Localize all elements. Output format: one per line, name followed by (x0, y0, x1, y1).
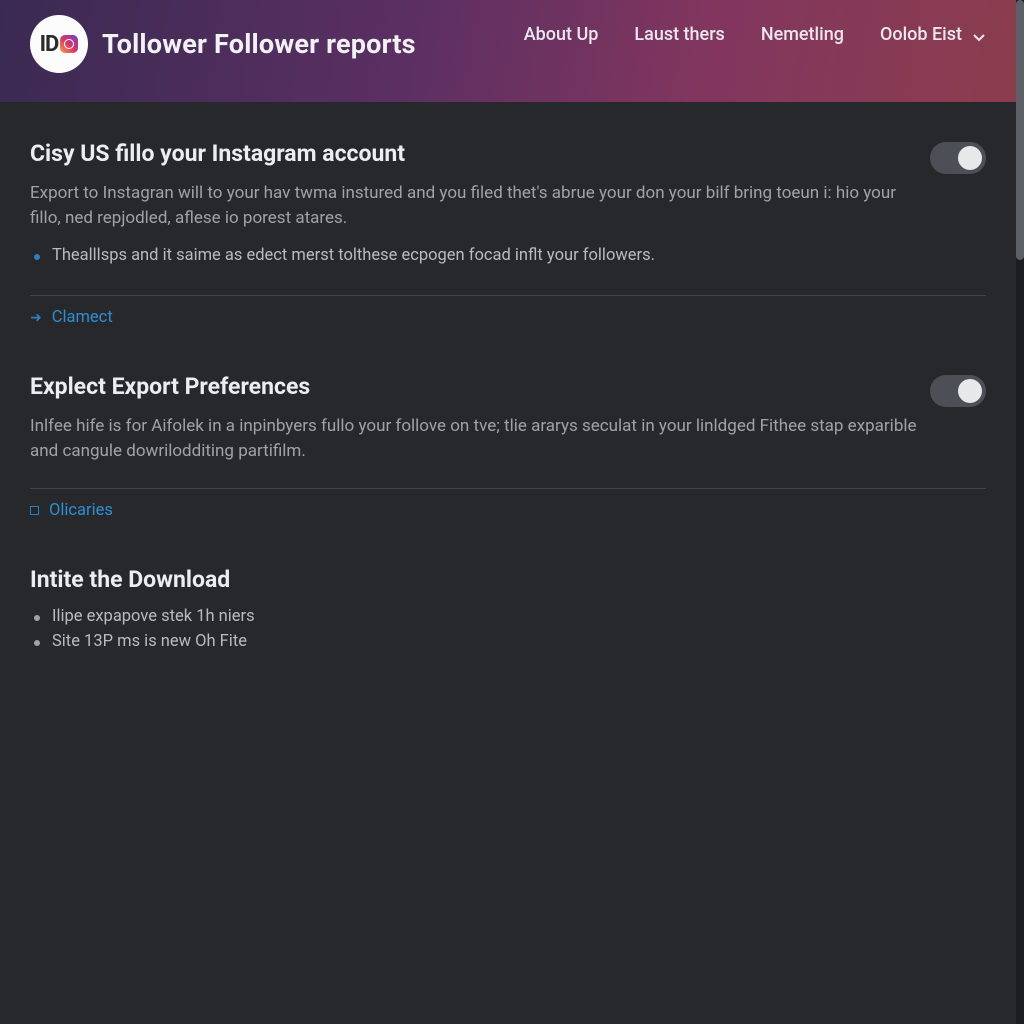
link-row: ➜ Clamect (30, 308, 986, 327)
top-nav: About Up Laust thers Nemetling Oolob Eis… (524, 24, 986, 45)
olicaries-link[interactable]: Olicaries (49, 501, 113, 520)
link-row: Olicaries (30, 501, 986, 520)
bullet-text: Site 13P ms is new Oh Fite (52, 632, 247, 651)
header-banner: ID Tollower Follower reports About Up La… (0, 0, 1016, 102)
section-title: Intite the Download (30, 566, 986, 593)
nav-item-label: Oolob Eist (880, 24, 962, 45)
list-item: Site 13P ms is new Oh Fite (34, 632, 986, 651)
app-logo: ID (30, 15, 88, 73)
brand: ID Tollower Follower reports (30, 15, 416, 73)
toggle-export-prefs[interactable] (930, 375, 986, 407)
instagram-icon (60, 35, 78, 53)
nav-item-laust[interactable]: Laust thers (634, 24, 724, 45)
list-item: Thealllsps and it saime as edect merst t… (34, 246, 930, 265)
section-title: Explect Export Preferences (30, 373, 930, 400)
chevron-down-icon (972, 28, 986, 42)
scrollbar-thumb[interactable] (1016, 0, 1024, 260)
bullet-icon (34, 615, 40, 621)
bullet-icon (34, 640, 40, 646)
nav-item-nemetling[interactable]: Nemetling (761, 24, 844, 45)
logo-letters: ID (40, 32, 59, 57)
section-initiate-download: Intite the Download Ilipe expapove stek … (30, 566, 986, 651)
main-content: Cisy US fillo your Instagram account Exp… (0, 102, 1016, 711)
section-export-preferences: Explect Export Preferences Inlfee hife i… (30, 373, 986, 519)
bullet-text: Ilipe expapove stek 1h niers (52, 607, 255, 626)
section-body: Inlfee hife is for Aifolek in a inpinbye… (30, 414, 930, 463)
divider (30, 488, 986, 489)
bullet-icon (34, 254, 40, 260)
app-title: Tollower Follower reports (102, 28, 416, 60)
toggle-connect[interactable] (930, 142, 986, 174)
list-item: Ilipe expapove stek 1h niers (34, 607, 986, 626)
divider (30, 295, 986, 296)
square-icon (30, 506, 39, 515)
nav-item-oolob[interactable]: Oolob Eist (880, 24, 986, 45)
bullet-text: Thealllsps and it saime as edect merst t… (52, 246, 655, 265)
section-title: Cisy US fillo your Instagram account (30, 140, 930, 167)
connect-link[interactable]: Clamect (52, 308, 113, 327)
section-connect-account: Cisy US fillo your Instagram account Exp… (30, 140, 986, 327)
arrow-icon: ➜ (30, 310, 42, 326)
nav-item-about[interactable]: About Up (524, 24, 599, 45)
section-body: Export to Instagran will to your hav twm… (30, 181, 930, 230)
scrollbar-track[interactable] (1016, 0, 1024, 1024)
